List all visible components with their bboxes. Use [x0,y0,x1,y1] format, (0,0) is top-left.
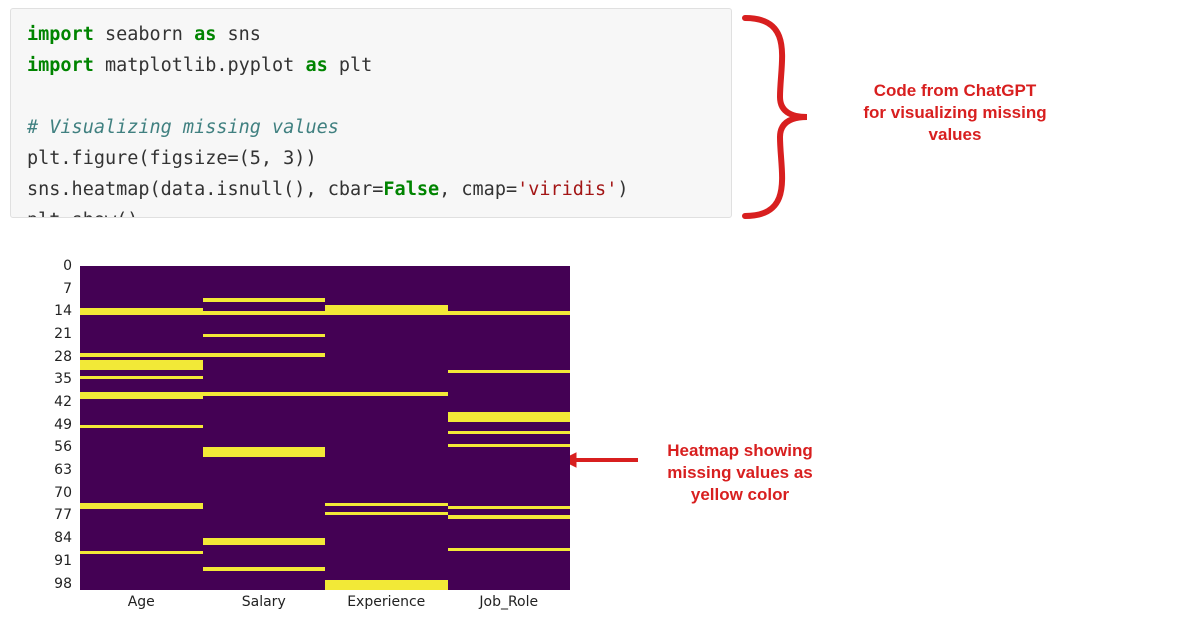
missing-cell [448,506,571,509]
missing-cell [203,353,326,356]
missing-cell [80,506,203,509]
y-tick-label: 98 [32,576,72,592]
missing-cell [448,515,571,518]
missing-cell [448,418,571,421]
missing-cell [80,311,203,314]
kw-import: import [27,55,94,76]
heatmap-column [203,266,326,590]
code-comment: # Visualizing missing values [27,117,339,138]
missing-cell [80,551,203,554]
annotation-line: values [850,124,1060,146]
heatmap-column [325,266,448,590]
code-text: matplotlib.pyplot [94,55,306,76]
y-tick-label: 42 [32,394,72,410]
code-text: , cmap= [439,179,517,200]
missing-cell [203,454,326,457]
annotation-code-source: Code from ChatGPT for visualizing missin… [850,80,1060,146]
missing-cell [448,548,571,551]
annotation-line: missing values as [640,462,840,484]
y-tick-label: 21 [32,326,72,342]
missing-cell [203,541,326,544]
brace-icon [735,12,835,222]
x-tick-label: Salary [203,594,326,610]
x-tick-label: Job_Role [448,594,571,610]
missing-cell [325,587,448,590]
code-text: ) [617,179,628,200]
missing-cell [203,298,326,301]
code-text: plt.figure(figsize=(5, 3)) [27,148,317,169]
missing-cell [80,376,203,379]
code-text: sns.heatmap(data.isnull(), cbar= [27,179,383,200]
missing-cell [448,431,571,434]
missing-values-heatmap: 0 7 14 21 28 35 42 49 56 63 70 77 84 91 98 AgeSalaryExp… [30,260,590,620]
missing-cell [203,392,326,395]
y-tick-label: 7 [32,281,72,297]
kw-as: as [305,55,327,76]
y-tick-label: 70 [32,485,72,501]
missing-cell [80,366,203,369]
missing-cell [325,311,448,314]
missing-cell [325,512,448,515]
x-tick-label: Experience [325,594,448,610]
heatmap-column [80,266,203,590]
missing-cell [203,567,326,570]
y-tick-label: 63 [32,462,72,478]
code-text: plt.show() [27,210,138,218]
kw-import: import [27,24,94,45]
annotation-line: Heatmap showing [640,440,840,462]
y-tick-label: 77 [32,507,72,523]
annotation-line: yellow color [640,484,840,506]
annotation-line: for visualizing missing [850,102,1060,124]
heatmap-column [448,266,571,590]
missing-cell [325,392,448,395]
y-tick-label: 28 [32,349,72,365]
missing-cell [80,353,203,356]
missing-cell [203,334,326,337]
missing-cell [448,444,571,447]
y-tick-label: 91 [32,553,72,569]
heatmap-canvas [80,266,570,590]
y-tick-label: 56 [32,439,72,455]
missing-cell [325,503,448,506]
annotation-line: Code from ChatGPT [850,80,1060,102]
x-tick-label: Age [80,594,203,610]
y-tick-label: 0 [32,258,72,274]
missing-cell [80,425,203,428]
y-tick-label: 84 [32,530,72,546]
y-tick-label: 14 [32,303,72,319]
missing-cell [448,370,571,373]
code-text: sns [216,24,261,45]
kw-false: False [383,179,439,200]
y-tick-label: 49 [32,417,72,433]
missing-cell [448,311,571,314]
y-tick-label: 35 [32,371,72,387]
code-block: import seaborn as sns import matplotlib.… [10,8,732,218]
missing-cell [80,396,203,399]
code-text: seaborn [94,24,194,45]
kw-as: as [194,24,216,45]
annotation-heatmap: Heatmap showing missing values as yellow… [640,440,840,506]
str-literal: 'viridis' [517,179,617,200]
missing-cell [203,311,326,314]
code-text: plt [328,55,373,76]
